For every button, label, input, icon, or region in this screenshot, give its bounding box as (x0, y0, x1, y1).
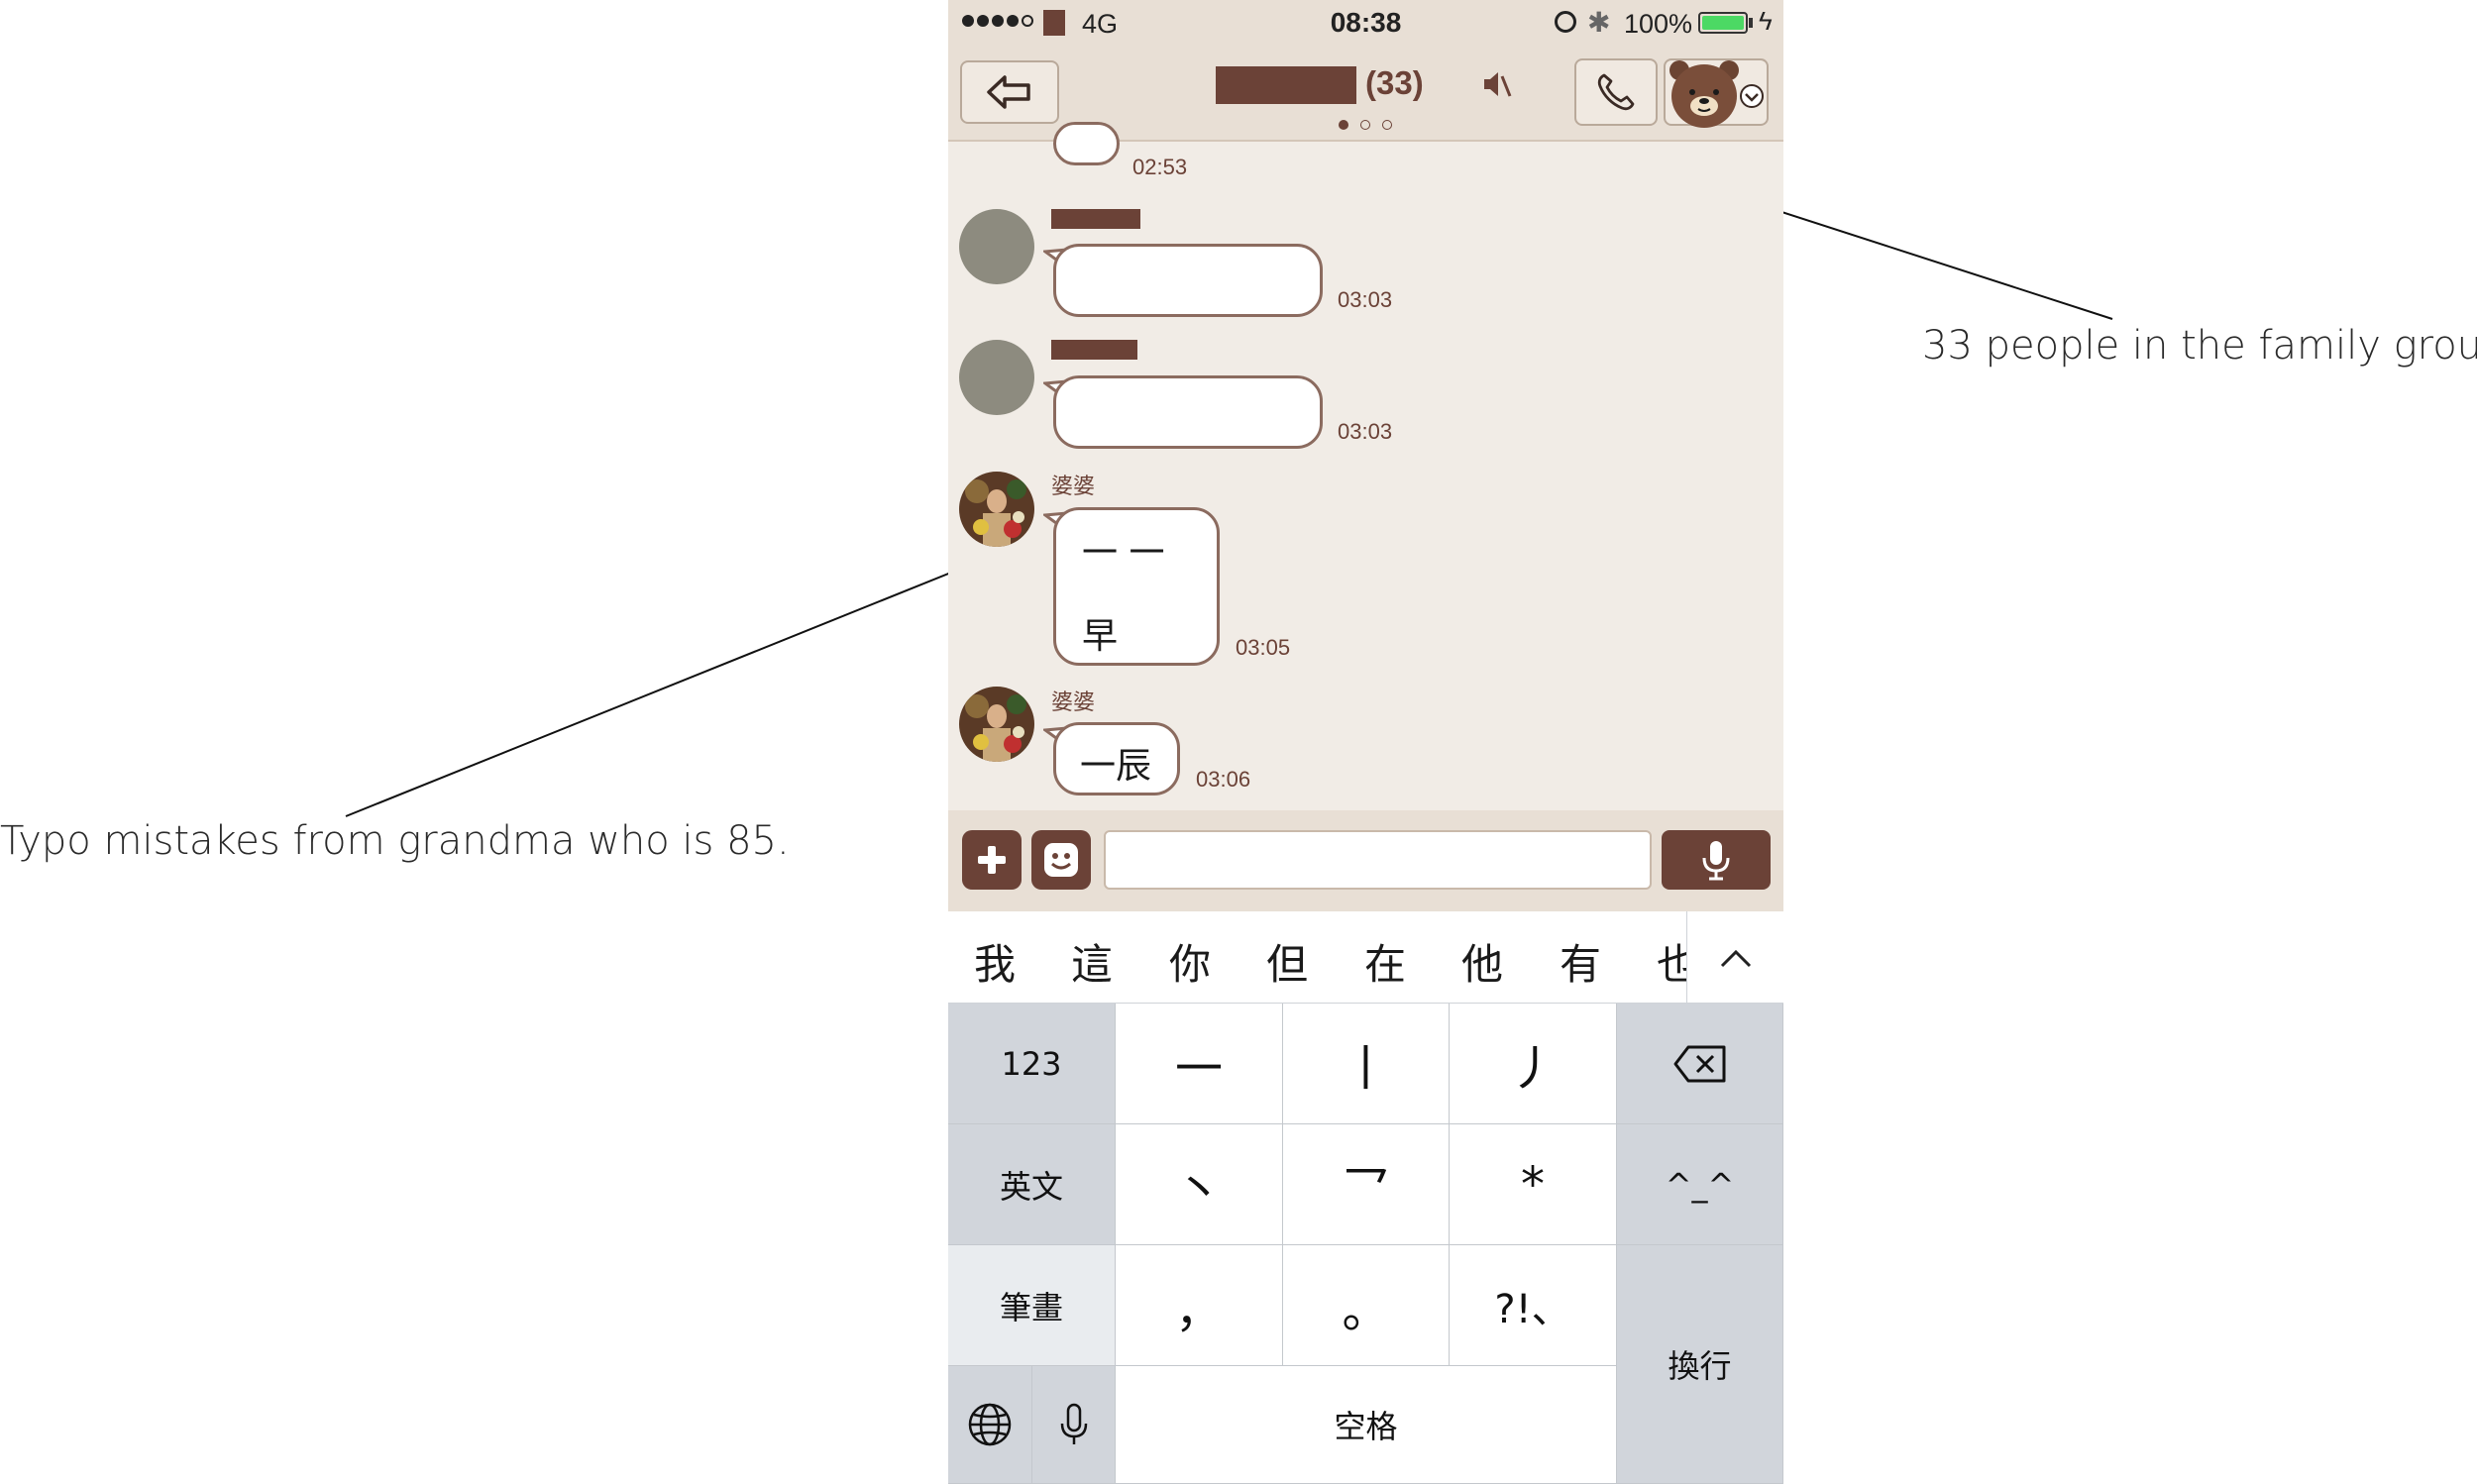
delete-key[interactable] (1617, 1004, 1783, 1124)
message-time: 02:53 (1132, 155, 1188, 179)
chevron-down-icon (1740, 84, 1764, 108)
plus-icon (978, 846, 1006, 874)
key-stroke-dot[interactable]: 丶 (1116, 1124, 1283, 1245)
key-wildcard[interactable]: * (1450, 1124, 1617, 1245)
key-emoticon[interactable]: ^_^ (1617, 1124, 1783, 1245)
suggestion-item[interactable]: 他 (1461, 931, 1503, 992)
back-arrow-icon (987, 75, 1030, 109)
message-bubble[interactable]: 一 一 早 (1053, 507, 1220, 666)
battery-percent: 100% (1624, 9, 1693, 39)
annotation-right: 33 people in the family group (1922, 323, 2477, 369)
back-button[interactable] (960, 60, 1059, 124)
status-bar: 4G 08:38 ✱ 100% ϟ (948, 0, 1783, 45)
sender-name: 婆婆 (1051, 690, 1096, 715)
call-button[interactable] (1574, 58, 1658, 126)
key-stroke-horizontal[interactable]: 一 (1116, 1004, 1283, 1124)
suggestion-item[interactable]: 這 (1071, 931, 1113, 992)
suggestion-item[interactable]: 我 (974, 931, 1016, 992)
key-stroke-vertical[interactable]: 丨 (1283, 1004, 1450, 1124)
suggestion-item[interactable]: 有 (1560, 931, 1601, 992)
annotation-line-left (345, 557, 989, 817)
message-time: 03:03 (1338, 419, 1393, 444)
message-bubble[interactable] (1053, 122, 1120, 165)
globe-key[interactable] (948, 1366, 1032, 1484)
phone-icon (1597, 73, 1635, 111)
message-time: 03:03 (1338, 287, 1393, 312)
key-period[interactable]: 。 (1283, 1245, 1450, 1366)
message-text-line2: 早 (1082, 616, 1119, 657)
avatar[interactable] (959, 340, 1034, 415)
suggestion-item[interactable]: 你 (1169, 931, 1211, 992)
return-key[interactable]: 換行 (1617, 1245, 1783, 1484)
sticker-button[interactable] (1031, 830, 1091, 890)
keyboard: 123 一 丨 丿 英文 丶 乛 * ^_^ 筆畫 ， 。 ?!、 換行 空格 (948, 1004, 1783, 1484)
alarm-icon (1555, 11, 1576, 33)
key-123[interactable]: 123 (948, 1004, 1116, 1124)
sender-name-redacted (1051, 209, 1140, 229)
grandma-photo (959, 687, 1034, 762)
avatar-grandma[interactable] (959, 472, 1034, 547)
group-name-redacted (1216, 66, 1356, 104)
key-english[interactable]: 英文 (948, 1124, 1116, 1245)
message-bubble[interactable] (1053, 375, 1323, 449)
smiley-icon (1044, 843, 1078, 877)
message-bubble[interactable] (1053, 244, 1323, 317)
globe-icon (968, 1403, 1012, 1446)
key-comma[interactable]: ， (1116, 1245, 1283, 1366)
menu-button[interactable] (1664, 58, 1769, 128)
suggestion-expand-button[interactable] (1686, 911, 1783, 1003)
charging-icon: ϟ (1759, 6, 1773, 36)
suggestion-item[interactable]: 但 (1266, 931, 1308, 992)
message-text-line1: 一 一 (1082, 533, 1165, 574)
phone-screen: 4G 08:38 ✱ 100% ϟ (33) 02:53 03:03 03:03… (948, 0, 1783, 1484)
space-key[interactable]: 空格 (1116, 1366, 1617, 1484)
avatar-grandma[interactable] (959, 687, 1034, 762)
grandma-photo (959, 472, 1034, 547)
sender-name: 婆婆 (1051, 475, 1096, 499)
plus-button[interactable] (962, 830, 1022, 890)
suggestion-bar: 我 這 你 但 在 他 有 也 (948, 911, 1783, 1004)
key-punctuation[interactable]: ?!、 (1450, 1245, 1617, 1366)
message-time: 03:06 (1196, 767, 1251, 792)
screenshot-canvas: Typo mistakes from grandma who is 85. 33… (0, 0, 2477, 1484)
bear-avatar-icon (1669, 60, 1739, 128)
bluetooth-icon: ✱ (1587, 7, 1611, 38)
input-bar (948, 810, 1783, 911)
suggestion-item[interactable]: 在 (1364, 931, 1406, 992)
key-stroke-mode[interactable]: 筆畫 (948, 1245, 1116, 1366)
dictation-key[interactable] (1032, 1366, 1116, 1484)
message-text: 一辰 (1080, 746, 1152, 787)
backspace-icon (1673, 1045, 1725, 1082)
message-list[interactable]: 02:53 03:03 03:03 婆婆 一 一 早 03:05 婆婆 一辰 0… (948, 122, 1783, 810)
page-indicator (1339, 120, 1392, 130)
annotation-left: Typo mistakes from grandma who is 85. (0, 818, 790, 864)
message-time: 03:05 (1236, 635, 1291, 660)
battery-icon (1698, 12, 1748, 34)
microphone-icon (1702, 841, 1730, 881)
chevron-up-icon (1720, 949, 1751, 967)
mute-icon (1484, 72, 1512, 97)
member-count: (33) (1365, 64, 1424, 101)
key-stroke-turning[interactable]: 乛 (1283, 1124, 1450, 1245)
message-bubble[interactable]: 一辰 (1053, 722, 1180, 795)
key-stroke-left-falling[interactable]: 丿 (1450, 1004, 1617, 1124)
microphone-icon (1060, 1403, 1087, 1444)
voice-button[interactable] (1662, 830, 1771, 890)
sender-name-redacted (1051, 340, 1137, 360)
avatar[interactable] (959, 209, 1034, 284)
message-input[interactable] (1104, 830, 1652, 890)
